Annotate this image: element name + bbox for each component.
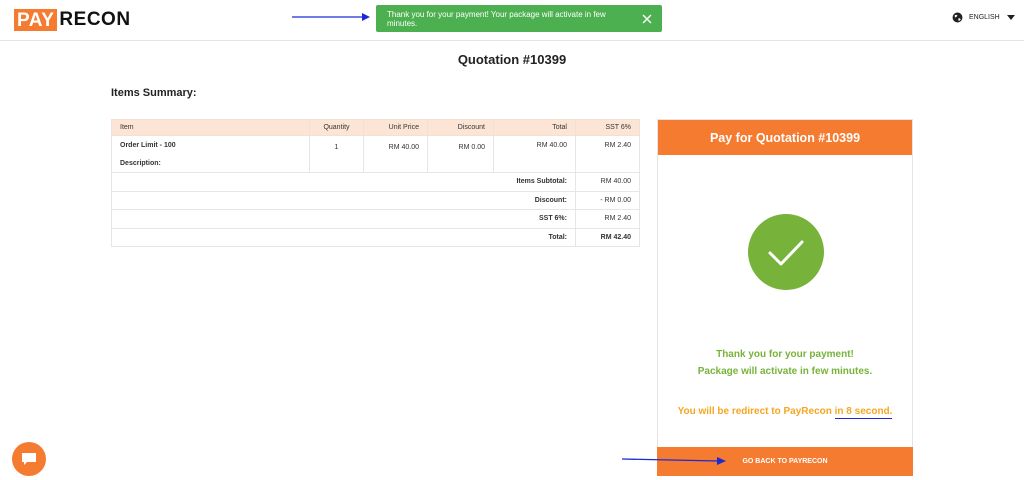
sst-row: SST 6%: RM 2.40 — [111, 209, 640, 229]
chat-icon — [22, 453, 36, 465]
chat-button[interactable] — [12, 442, 46, 476]
item-description-label: Description: — [120, 160, 161, 167]
discount-label: Discount: — [111, 190, 576, 210]
col-discount: Discount — [427, 119, 494, 136]
annotation-arrow-bottom — [622, 457, 726, 465]
discount-value: - RM 0.00 — [575, 190, 640, 210]
cell-unit-price: RM 40.00 — [363, 135, 428, 173]
subtotal-row: Items Subtotal: RM 40.00 — [111, 172, 640, 192]
close-icon[interactable] — [632, 5, 662, 32]
cell-quantity: 1 — [309, 135, 364, 173]
total-value: RM 42.40 — [575, 227, 640, 247]
thank-you-line-1: Thank you for your payment! — [716, 349, 854, 360]
discount-row: Discount: - RM 0.00 — [111, 190, 640, 210]
total-row: Total: RM 42.40 — [111, 227, 640, 247]
redirect-prefix: You will be redirect to PayRecon — [677, 406, 835, 417]
annotation-arrow-top — [292, 13, 370, 21]
language-selector[interactable]: ENGLISH — [952, 12, 1015, 23]
payment-success-toast: Thank you for your payment! Your package… — [376, 5, 662, 32]
redirect-message: You will be redirect to PayRecon in 8 se… — [658, 406, 912, 419]
top-header: PAY RECON Thank you for your payment! Yo… — [0, 0, 1024, 41]
col-quantity: Quantity — [309, 119, 364, 136]
logo-recon: RECON — [59, 9, 131, 30]
subtotal-value: RM 40.00 — [575, 172, 640, 192]
col-sst: SST 6% — [575, 119, 640, 136]
cell-sst: RM 2.40 — [575, 135, 640, 173]
col-item: Item — [111, 119, 310, 136]
logo-pay: PAY — [14, 9, 58, 31]
payment-card: Pay for Quotation #10399 Thank you for y… — [657, 119, 913, 476]
page-title: Quotation #10399 — [457, 52, 567, 67]
payrecon-logo[interactable]: PAY RECON — [14, 9, 131, 31]
table-header-row: Item Quantity Unit Price Discount Total … — [111, 119, 640, 136]
thank-you-line-2: Package will activate in few minutes. — [697, 366, 873, 377]
success-check-icon — [748, 214, 824, 290]
language-label: ENGLISH — [969, 14, 1000, 21]
payment-card-title: Pay for Quotation #10399 — [658, 120, 912, 155]
toast-message: Thank you for your payment! Your package… — [387, 9, 606, 28]
globe-icon — [952, 12, 963, 23]
sst-label: SST 6%: — [111, 209, 576, 229]
items-summary-heading: Items Summary: — [111, 87, 197, 99]
cell-discount: RM 0.00 — [427, 135, 494, 173]
col-unit-price: Unit Price — [363, 119, 428, 136]
thank-you-message: Thank you for your payment! Package will… — [658, 346, 912, 380]
sst-value: RM 2.40 — [575, 209, 640, 229]
col-total: Total — [493, 119, 576, 136]
cell-item: Order Limit - 100 Description: — [111, 135, 310, 173]
redirect-countdown: in 8 second. — [834, 406, 893, 419]
chevron-down-icon — [1006, 15, 1015, 20]
table-row: Order Limit - 100 Description: 1 RM 40.0… — [111, 135, 640, 173]
total-label: Total: — [111, 227, 576, 247]
cell-total: RM 40.00 — [493, 135, 576, 173]
items-summary-table: Item Quantity Unit Price Discount Total … — [111, 119, 640, 247]
subtotal-label: Items Subtotal: — [111, 172, 576, 192]
item-name: Order Limit - 100 — [120, 142, 176, 149]
